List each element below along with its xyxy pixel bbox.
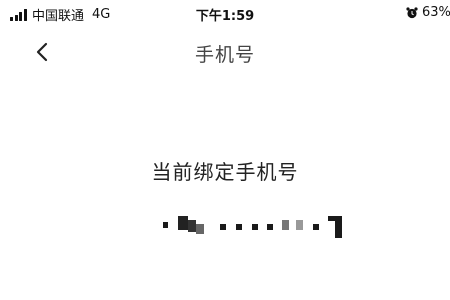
page-title: 手机号	[194, 44, 255, 66]
screen: 中国联通 4G 下午1:59 63% 手机号 当前绑定手机号	[0, 0, 450, 300]
status-right: 63%	[406, 5, 450, 20]
current-phone-label: 当前绑定手机号	[151, 160, 299, 184]
nav-bar: 手机号	[0, 30, 450, 74]
battery-percent: 63%	[422, 5, 450, 20]
masked-phone-number	[160, 212, 360, 242]
alarm-icon	[406, 6, 418, 18]
status-time: 下午1:59	[195, 9, 255, 24]
status-bar: 中国联通 4G 下午1:59 63%	[0, 0, 450, 26]
